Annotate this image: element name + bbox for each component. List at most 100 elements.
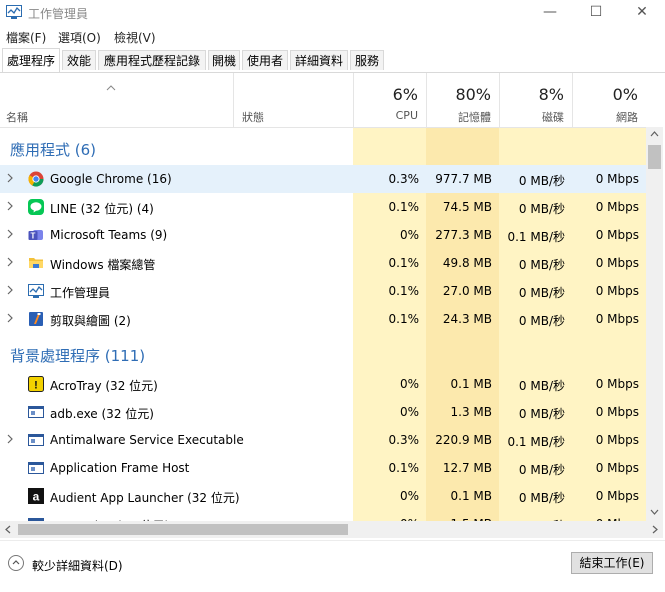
expand-chevron-icon[interactable]	[6, 313, 14, 323]
svg-text:a: a	[33, 490, 40, 504]
expand-chevron-icon[interactable]	[6, 173, 14, 183]
process-disk: 0 MB/秒	[518, 314, 565, 328]
process-name: AcroTray (32 位元)	[50, 379, 158, 393]
process-memory: 49.8 MB	[442, 256, 492, 270]
process-memory: 27.0 MB	[442, 284, 492, 298]
snip-icon	[28, 311, 44, 327]
process-name: Microsoft Teams (9)	[50, 228, 168, 242]
menu-view[interactable]: 檢視(V)	[114, 29, 156, 46]
fewer-details-link[interactable]: 較少詳細資料(D)	[32, 557, 123, 574]
menu-file[interactable]: 檔案(F)	[6, 29, 46, 46]
process-row[interactable]: Antimalware Service Executable 0.3% 220.9 …	[0, 426, 646, 454]
horizontal-scrollbar[interactable]	[0, 521, 663, 538]
process-row[interactable]: 剪取與繪圖 (2) 0.1% 24.3 MB 0 MB/秒 0 Mbps	[0, 305, 646, 333]
expand-chevron-icon[interactable]	[6, 285, 14, 295]
process-cpu: 0.3%	[388, 433, 420, 447]
process-row[interactable]: CCSysPipe (32 位元)0%1.5 MB0 MB/秒0 Mbps	[0, 510, 646, 521]
tab-processes[interactable]: 處理程序	[2, 48, 60, 72]
minimize-button[interactable]: —	[527, 0, 573, 26]
process-row[interactable]: Application Frame Host 0.1% 12.7 MB 0 MB/秒 0…	[0, 454, 646, 482]
network-total: 0%	[612, 85, 638, 104]
column-status: 狀態	[242, 111, 264, 124]
group-apps-title: 應用程式 (6)	[10, 141, 97, 159]
process-name: LINE (32 位元) (4)	[50, 202, 154, 216]
sort-arrow-icon	[106, 85, 116, 91]
line-icon	[28, 199, 44, 215]
tab-strip: 處理程序 效能 應用程式歷程記錄 開機 使用者 詳細資料 服務	[0, 48, 665, 73]
close-button[interactable]: ✕	[619, 0, 665, 26]
process-memory: 977.7 MB	[435, 172, 492, 186]
column-disk[interactable]: 8% 磁碟	[499, 73, 572, 127]
process-row[interactable]: adb.exe (32 位元) 0% 1.3 MB 0 MB/秒 0 Mbps	[0, 398, 646, 426]
expand-chevron-icon[interactable]	[6, 201, 14, 211]
expand-chevron-icon[interactable]	[6, 229, 14, 239]
process-network: 0 Mbps	[595, 461, 639, 475]
tab-performance[interactable]: 效能	[62, 50, 96, 70]
process-row[interactable]: 工作管理員 0.1% 27.0 MB 0 MB/秒 0 Mbps	[0, 277, 646, 305]
process-disk: 0 MB/秒	[518, 491, 565, 505]
column-cpu[interactable]: 6% CPU	[353, 73, 426, 127]
collapse-details-icon[interactable]	[8, 555, 24, 571]
tab-details[interactable]: 詳細資料	[290, 50, 348, 70]
svg-text:!: !	[34, 380, 38, 392]
process-row[interactable]: ! AcroTray (32 位元) 0% 0.1 MB 0 MB/秒 0 Mbps	[0, 370, 646, 398]
tab-startup[interactable]: 開機	[208, 50, 240, 70]
process-cpu: 0%	[399, 405, 419, 419]
process-name: Audient App Launcher (32 位元)	[50, 491, 240, 505]
process-disk: 0 MB/秒	[518, 407, 565, 421]
maximize-button[interactable]: ☐	[573, 0, 619, 26]
process-network: 0 Mbps	[595, 256, 639, 270]
process-network: 0 Mbps	[595, 489, 639, 503]
process-network: 0 Mbps	[595, 284, 639, 298]
scroll-down-icon[interactable]	[650, 509, 659, 515]
menu-options[interactable]: 選項(O)	[58, 29, 101, 46]
process-memory: 0.1 MB	[450, 377, 492, 391]
menu-bar: 檔案(F) 選項(O) 檢視(V)	[0, 26, 665, 46]
tab-users[interactable]: 使用者	[242, 50, 288, 70]
svg-text:T: T	[31, 232, 36, 241]
column-status-cell[interactable]: 狀態	[233, 73, 353, 127]
process-network: 0 Mbps	[595, 228, 639, 242]
end-task-button[interactable]: 結束工作(E)	[571, 552, 653, 574]
process-cpu: 0%	[399, 489, 419, 503]
process-memory: 74.5 MB	[442, 200, 492, 214]
process-row[interactable]: T Microsoft Teams (9) 0% 277.3 MB 0.1 MB/秒 0 …	[0, 221, 646, 249]
process-memory: 277.3 MB	[435, 228, 492, 242]
process-memory: 0.1 MB	[450, 489, 492, 503]
tab-app-history[interactable]: 應用程式歷程記錄	[98, 50, 206, 70]
process-name: Application Frame Host	[50, 461, 190, 475]
process-row[interactable]: Google Chrome (16) 0.3% 977.7 MB 0 MB/秒 0 Mb…	[0, 165, 646, 193]
process-row[interactable]: Windows 檔案總管 0.1% 49.8 MB 0 MB/秒 0 Mbps	[0, 249, 646, 277]
process-disk: 0 MB/秒	[518, 379, 565, 393]
expand-chevron-icon[interactable]	[6, 257, 14, 267]
vertical-scrollbar[interactable]	[646, 127, 663, 521]
column-network[interactable]: 0% 網路	[572, 73, 646, 127]
process-row[interactable]: LINE (32 位元) (4) 0.1% 74.5 MB 0 MB/秒 0 Mbps	[0, 193, 646, 221]
expand-chevron-icon[interactable]	[6, 434, 14, 444]
scroll-up-icon[interactable]	[650, 131, 659, 137]
process-cpu: 0.1%	[388, 200, 420, 214]
process-row[interactable]: a Audient App Launcher (32 位元) 0% 0.1 MB 0 M…	[0, 482, 646, 510]
acrotray-icon: !	[28, 376, 44, 392]
exe-icon	[28, 460, 44, 476]
group-background-title: 背景處理程序 (111)	[10, 347, 146, 365]
process-disk: 0 MB/秒	[518, 258, 565, 272]
vertical-scroll-thumb[interactable]	[648, 145, 661, 169]
column-memory[interactable]: 80% 記憶體	[426, 73, 499, 127]
column-header: 名稱 狀態 6% CPU 80% 記憶體 8% 磁碟 0% 網路	[0, 73, 646, 128]
teams-icon: T	[28, 227, 44, 243]
memory-total: 80%	[455, 85, 491, 104]
horizontal-scroll-thumb[interactable]	[18, 524, 348, 535]
title-bar: 工作管理員 — ☐ ✕	[0, 0, 665, 26]
cpu-label: CPU	[395, 109, 418, 122]
process-network: 0 Mbps	[595, 377, 639, 391]
task-manager-icon	[6, 5, 22, 19]
chrome-icon	[28, 171, 44, 187]
scroll-right-icon[interactable]	[652, 525, 658, 534]
process-network: 0 Mbps	[595, 405, 639, 419]
window-title: 工作管理員	[28, 7, 89, 21]
process-cpu: 0.1%	[388, 284, 420, 298]
column-name[interactable]: 名稱	[6, 109, 28, 125]
tab-services[interactable]: 服務	[350, 50, 384, 70]
scroll-left-icon[interactable]	[5, 525, 11, 534]
